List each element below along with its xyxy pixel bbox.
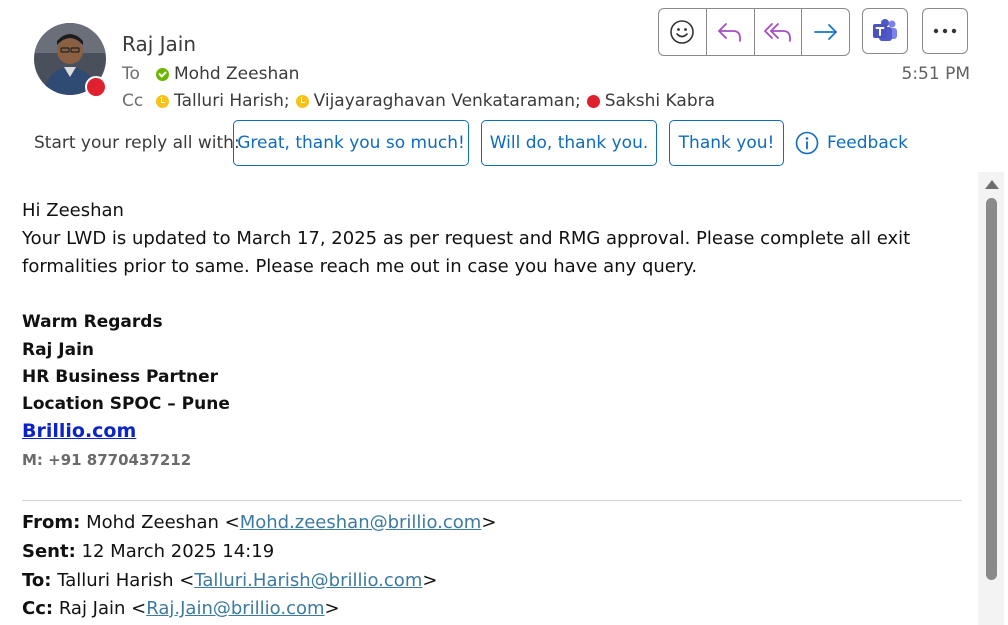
signature-phone: M: +91 8770437212 — [22, 451, 192, 469]
cc-row: Cc Talluri Harish; Vijayaraghavan Venkat… — [122, 91, 715, 111]
presence-away-icon — [156, 94, 169, 108]
presence-busy-icon — [586, 94, 600, 108]
quoted-bracket: > — [422, 570, 438, 591]
quoted-bracket: > — [324, 598, 340, 619]
suggested-reply-chip[interactable]: Thank you! — [669, 120, 784, 166]
quoted-to-label: To: — [22, 570, 52, 591]
message-time: 5:51 PM — [901, 64, 971, 84]
signature-name: Raj Jain — [22, 340, 95, 360]
recipient-cc[interactable]: Vijayaraghavan Venkataraman; — [314, 91, 581, 111]
quoted-cc: Cc: Raj Jain <Raj.Jain@brillio.com> — [22, 598, 340, 619]
quoted-sent-date: 12 March 2025 14:19 — [81, 541, 275, 562]
message-action-toolbar — [658, 8, 850, 56]
quoted-cc-name: Raj Jain < — [58, 598, 147, 619]
to-row: To Mohd Zeeshan — [122, 64, 299, 84]
quoted-bracket: > — [481, 512, 497, 533]
reply-icon — [718, 23, 742, 42]
signature-website-link[interactable]: Brillio.com — [22, 420, 136, 442]
forward-button[interactable] — [802, 9, 849, 55]
recipient-cc[interactable]: Sakshi Kabra — [605, 91, 715, 111]
signature-closing: Warm Regards — [22, 312, 163, 332]
teams-icon — [873, 19, 897, 41]
info-icon — [795, 131, 819, 155]
reply-all-icon — [763, 23, 791, 42]
quoted-to: To: Talluri Harish <Talluri.Harish@brill… — [22, 570, 437, 591]
to-label: To — [122, 64, 140, 84]
quoted-cc-email-link[interactable]: Raj.Jain@brillio.com — [146, 598, 324, 619]
quoted-divider — [22, 500, 962, 501]
quoted-sent: Sent: 12 March 2025 14:19 — [22, 541, 274, 562]
suggested-reply-chip[interactable]: Will do, thank you. — [481, 120, 657, 166]
feedback-button[interactable]: Feedback — [795, 131, 908, 155]
quoted-sent-label: Sent: — [22, 541, 76, 562]
greeting: Hi Zeeshan — [22, 200, 124, 221]
signature-location: Location SPOC – Pune — [22, 394, 230, 414]
quoted-to-name: Talluri Harish < — [57, 570, 195, 591]
quoted-from-label: From: — [22, 512, 81, 533]
recipient-to[interactable]: Mohd Zeeshan — [174, 64, 299, 84]
emoji-icon — [670, 20, 695, 44]
forward-icon — [813, 24, 837, 40]
scrollbar-thumb[interactable] — [986, 198, 997, 580]
recipient-cc[interactable]: Talluri Harish; — [174, 91, 290, 111]
suggested-reply-chip[interactable]: Great, thank you so much! — [233, 120, 469, 166]
presence-away-icon — [295, 94, 309, 108]
presence-busy-indicator — [85, 76, 107, 98]
feedback-label: Feedback — [827, 133, 908, 153]
quoted-from-name: Mohd Zeeshan < — [86, 512, 240, 533]
teams-chat-button[interactable] — [862, 8, 908, 54]
react-button[interactable] — [659, 9, 707, 55]
quoted-from-email-link[interactable]: Mohd.zeeshan@brillio.com — [240, 512, 482, 533]
cc-label: Cc — [122, 91, 144, 111]
sender-name[interactable]: Raj Jain — [122, 32, 196, 56]
message-body: Hi Zeeshan Your LWD is updated to March … — [22, 197, 972, 281]
more-actions-button[interactable] — [922, 8, 968, 54]
quoted-from: From: Mohd Zeeshan <Mohd.zeeshan@brillio… — [22, 512, 496, 533]
reply-button[interactable] — [707, 9, 755, 55]
body-paragraph: Your LWD is updated to March 17, 2025 as… — [22, 228, 911, 277]
scroll-up-arrow-icon[interactable] — [985, 180, 999, 189]
reply-all-button[interactable] — [755, 9, 803, 55]
quoted-cc-label: Cc: — [22, 598, 54, 619]
more-icon — [933, 28, 957, 34]
presence-available-icon — [156, 67, 169, 81]
suggested-replies-label: Start your reply all with: — [34, 133, 240, 153]
signature-title: HR Business Partner — [22, 367, 219, 387]
quoted-to-email-link[interactable]: Talluri.Harish@brillio.com — [194, 570, 422, 591]
